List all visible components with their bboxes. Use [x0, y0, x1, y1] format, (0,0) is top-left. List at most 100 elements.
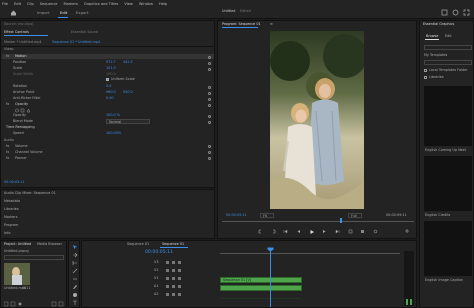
anchor-x-value[interactable]: 960.0 [106, 90, 116, 94]
template-search-input[interactable] [424, 45, 472, 50]
template-thumbnail[interactable] [424, 156, 472, 211]
timeline-playhead[interactable] [270, 249, 271, 307]
essential-graphics-tab[interactable]: Essential Graphics [423, 22, 454, 26]
track-select-icon[interactable] [72, 252, 78, 258]
quality-dropdown[interactable]: Full [348, 213, 362, 218]
timeline-timecode[interactable]: 00:00:05:11 [145, 250, 173, 256]
project-search-input[interactable] [4, 255, 64, 260]
uniform-scale-checkbox[interactable] [106, 78, 109, 81]
home-icon[interactable] [10, 9, 17, 16]
source-tab[interactable]: Source: (no clips) [4, 22, 33, 26]
overwrite-icon[interactable] [360, 229, 365, 234]
tab-export[interactable]: Export [76, 10, 88, 15]
menu-edit[interactable]: Edit [14, 2, 21, 6]
slip-tool-icon[interactable] [72, 276, 78, 282]
project-tab[interactable]: Project: Untitled [4, 242, 31, 246]
browse-tab[interactable]: Browse [426, 34, 438, 38]
clip-thumbnail[interactable] [4, 263, 30, 285]
audio-clip-mixer-tab[interactable]: Audio Clip Mixer: Sequence 01 [4, 191, 56, 195]
hand-tool-icon[interactable] [72, 292, 78, 298]
reset-icon[interactable] [208, 115, 211, 118]
master-clip-label[interactable]: Master * Untitled.mp4 [4, 40, 42, 44]
effect-controls-tab[interactable]: Effect Controls [4, 30, 29, 34]
menu-file[interactable]: File [2, 2, 8, 6]
menu-help[interactable]: Help [159, 2, 167, 6]
menu-graphics[interactable]: Graphics and Titles [84, 2, 119, 6]
program-timecode[interactable]: 00:00:05:11 [226, 213, 247, 217]
mark-out-icon[interactable] [271, 229, 276, 234]
libraries-tab[interactable]: Libraries [4, 207, 19, 211]
timeline-tab-active[interactable]: Sequence 01 [162, 242, 184, 246]
tab-import[interactable]: Import [37, 10, 50, 15]
menu-window[interactable]: Window [139, 2, 153, 6]
templates-filter-input[interactable] [424, 60, 472, 65]
fullscreen-icon[interactable] [463, 9, 470, 16]
reset-icon[interactable] [208, 98, 211, 101]
export-frame-icon[interactable] [373, 229, 378, 234]
video-clip[interactable]: Sequence 01 [V] [220, 277, 302, 283]
type-tool-icon[interactable] [72, 300, 78, 306]
video-frame[interactable] [270, 31, 364, 209]
sequence-clip-label[interactable]: Sequence 01 * Untitled.mp4 [52, 40, 100, 44]
speed-value[interactable]: 100.00% [106, 131, 121, 135]
position-x-value[interactable]: 972.7 [106, 60, 116, 64]
reset-icon[interactable] [208, 68, 211, 71]
menu-markers[interactable]: Markers [64, 2, 78, 6]
ripple-edit-icon[interactable] [72, 260, 78, 266]
my-templates-label[interactable]: My Templates [424, 53, 447, 57]
play-icon[interactable] [309, 229, 315, 235]
template-thumbnail[interactable] [424, 221, 472, 276]
reset-icon[interactable] [208, 151, 211, 154]
reset-icon[interactable] [208, 104, 211, 107]
time-ruler[interactable] [220, 249, 400, 254]
metadata-tab[interactable]: Metadata [4, 199, 20, 203]
playhead-handle-icon[interactable] [267, 247, 274, 252]
anchor-y-value[interactable]: 540.0 [123, 90, 133, 94]
razor-icon[interactable] [72, 268, 78, 274]
reset-icon[interactable] [208, 86, 211, 89]
essential-sound-tab[interactable]: Essential Sound [71, 30, 98, 34]
track-v1[interactable]: V1 [154, 276, 158, 280]
quick-export-icon[interactable] [441, 9, 448, 16]
reset-icon[interactable] [208, 121, 211, 124]
template-thumbnail[interactable] [424, 86, 472, 146]
fit-dropdown[interactable]: Fit [260, 213, 274, 218]
program-monitor-tab[interactable]: Program: Sequence 01 [222, 22, 261, 26]
track-toggle-icons[interactable] [166, 259, 216, 301]
program-playhead[interactable] [340, 218, 342, 223]
timeline-tab[interactable]: Sequence 01 [127, 242, 149, 246]
effect-controls-timecode[interactable]: 00:00:05:11 [4, 180, 25, 184]
step-back-icon[interactable] [296, 229, 301, 234]
anti-flicker-value[interactable]: 0.00 [106, 96, 114, 100]
opacity-value[interactable]: 100.0 % [106, 113, 120, 117]
local-templates-checkbox[interactable] [424, 69, 427, 72]
step-forward-icon[interactable] [322, 229, 327, 234]
mark-in-icon[interactable] [258, 229, 263, 234]
tab-edit[interactable]: Edit [60, 10, 67, 15]
libraries-checkbox[interactable] [424, 76, 427, 79]
reset-icon[interactable] [208, 56, 211, 59]
media-browser-tab[interactable]: Media Browser [37, 242, 62, 246]
reset-icon[interactable] [208, 92, 211, 95]
track-a1[interactable]: A1 [154, 284, 158, 288]
edit-tab[interactable]: Edit [445, 34, 452, 38]
program-tab[interactable]: Program [4, 223, 18, 227]
menu-view[interactable]: View [124, 2, 133, 6]
program-menu-icon[interactable]: ≡ [270, 22, 273, 26]
reset-icon[interactable] [208, 62, 211, 65]
info-tab[interactable]: Info [4, 231, 10, 235]
track-v3[interactable]: V3 [154, 260, 158, 264]
pen-tool-icon[interactable] [72, 284, 78, 290]
menu-sequence[interactable]: Sequence [40, 2, 58, 6]
scale-value[interactable]: 101.0 [106, 66, 116, 70]
markers-tab[interactable]: Markers [4, 215, 18, 219]
blend-mode-select[interactable]: Normal [106, 119, 150, 124]
insert-icon[interactable] [348, 229, 353, 234]
reset-icon[interactable] [208, 157, 211, 160]
go-to-out-icon[interactable] [335, 229, 340, 234]
progress-icon[interactable] [452, 9, 459, 16]
track-v2[interactable]: V2 [154, 268, 158, 272]
add-button-icon[interactable] [404, 228, 410, 234]
rotation-value[interactable]: 0.0 [106, 84, 111, 88]
audio-clip[interactable] [220, 285, 302, 299]
